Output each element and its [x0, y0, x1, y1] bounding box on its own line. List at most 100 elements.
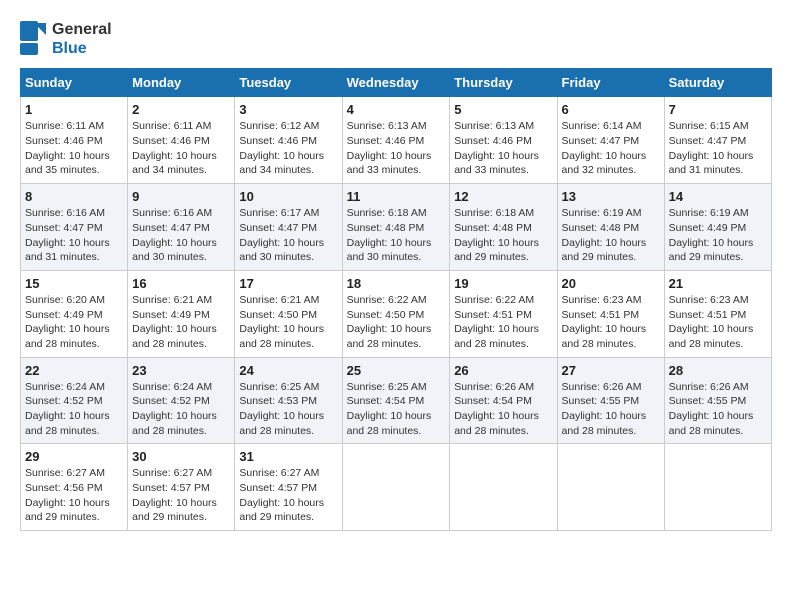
calendar-cell: 11 Sunrise: 6:18 AMSunset: 4:48 PMDayligh…	[342, 184, 450, 271]
day-number: 9	[132, 189, 230, 204]
day-info: Sunrise: 6:20 AMSunset: 4:49 PMDaylight:…	[25, 293, 123, 352]
calendar-cell: 16 Sunrise: 6:21 AMSunset: 4:49 PMDayligh…	[128, 270, 235, 357]
day-info: Sunrise: 6:13 AMSunset: 4:46 PMDaylight:…	[454, 119, 552, 178]
day-number: 5	[454, 102, 552, 117]
day-info: Sunrise: 6:21 AMSunset: 4:50 PMDaylight:…	[239, 293, 337, 352]
calendar-cell: 5 Sunrise: 6:13 AMSunset: 4:46 PMDaylight…	[450, 97, 557, 184]
weekday-header-sunday: Sunday	[21, 69, 128, 97]
calendar-cell: 21 Sunrise: 6:23 AMSunset: 4:51 PMDayligh…	[664, 270, 771, 357]
day-info: Sunrise: 6:13 AMSunset: 4:46 PMDaylight:…	[347, 119, 446, 178]
weekday-header-tuesday: Tuesday	[235, 69, 342, 97]
day-info: Sunrise: 6:16 AMSunset: 4:47 PMDaylight:…	[25, 206, 123, 265]
day-info: Sunrise: 6:26 AMSunset: 4:55 PMDaylight:…	[669, 380, 767, 439]
calendar-cell: 6 Sunrise: 6:14 AMSunset: 4:47 PMDaylight…	[557, 97, 664, 184]
day-number: 22	[25, 363, 123, 378]
calendar-cell: 3 Sunrise: 6:12 AMSunset: 4:46 PMDaylight…	[235, 97, 342, 184]
logo-general: General	[52, 20, 112, 39]
weekday-header-row: SundayMondayTuesdayWednesdayThursdayFrid…	[21, 69, 772, 97]
calendar-cell: 2 Sunrise: 6:11 AMSunset: 4:46 PMDaylight…	[128, 97, 235, 184]
day-info: Sunrise: 6:27 AMSunset: 4:57 PMDaylight:…	[132, 466, 230, 525]
day-number: 27	[562, 363, 660, 378]
calendar-body: 1 Sunrise: 6:11 AMSunset: 4:46 PMDaylight…	[21, 97, 772, 531]
day-number: 1	[25, 102, 123, 117]
day-number: 11	[347, 189, 446, 204]
day-info: Sunrise: 6:12 AMSunset: 4:46 PMDaylight:…	[239, 119, 337, 178]
day-number: 12	[454, 189, 552, 204]
day-info: Sunrise: 6:27 AMSunset: 4:56 PMDaylight:…	[25, 466, 123, 525]
day-info: Sunrise: 6:21 AMSunset: 4:49 PMDaylight:…	[132, 293, 230, 352]
day-info: Sunrise: 6:18 AMSunset: 4:48 PMDaylight:…	[454, 206, 552, 265]
day-info: Sunrise: 6:26 AMSunset: 4:54 PMDaylight:…	[454, 380, 552, 439]
calendar-cell: 15 Sunrise: 6:20 AMSunset: 4:49 PMDayligh…	[21, 270, 128, 357]
calendar-cell: 9 Sunrise: 6:16 AMSunset: 4:47 PMDaylight…	[128, 184, 235, 271]
day-number: 8	[25, 189, 123, 204]
calendar-week-5: 29 Sunrise: 6:27 AMSunset: 4:56 PMDayligh…	[21, 444, 772, 531]
calendar-cell: 23Sunrise: 6:24 AMSunset: 4:52 PMDayligh…	[128, 357, 235, 444]
day-info: Sunrise: 6:23 AMSunset: 4:51 PMDaylight:…	[669, 293, 767, 352]
day-number: 24	[239, 363, 337, 378]
calendar-cell: 17Sunrise: 6:21 AMSunset: 4:50 PMDayligh…	[235, 270, 342, 357]
day-number: 23	[132, 363, 230, 378]
calendar-cell: 30 Sunrise: 6:27 AMSunset: 4:57 PMDayligh…	[128, 444, 235, 531]
weekday-header-monday: Monday	[128, 69, 235, 97]
day-info: Sunrise: 6:11 AMSunset: 4:46 PMDaylight:…	[132, 119, 230, 178]
day-number: 2	[132, 102, 230, 117]
calendar-header: SundayMondayTuesdayWednesdayThursdayFrid…	[21, 69, 772, 97]
day-info: Sunrise: 6:27 AMSunset: 4:57 PMDaylight:…	[239, 466, 337, 525]
day-number: 15	[25, 276, 123, 291]
day-info: Sunrise: 6:18 AMSunset: 4:48 PMDaylight:…	[347, 206, 446, 265]
calendar-cell: 13Sunrise: 6:19 AMSunset: 4:48 PMDayligh…	[557, 184, 664, 271]
day-number: 6	[562, 102, 660, 117]
calendar-week-3: 15 Sunrise: 6:20 AMSunset: 4:49 PMDayligh…	[21, 270, 772, 357]
calendar-cell: 1 Sunrise: 6:11 AMSunset: 4:46 PMDaylight…	[21, 97, 128, 184]
logo-icon	[20, 21, 48, 57]
logo: General Blue	[20, 20, 112, 58]
day-info: Sunrise: 6:22 AMSunset: 4:50 PMDaylight:…	[347, 293, 446, 352]
calendar-cell: 4 Sunrise: 6:13 AMSunset: 4:46 PMDaylight…	[342, 97, 450, 184]
day-info: Sunrise: 6:17 AMSunset: 4:47 PMDaylight:…	[239, 206, 337, 265]
calendar-cell: 25 Sunrise: 6:25 AMSunset: 4:54 PMDayligh…	[342, 357, 450, 444]
day-info: Sunrise: 6:14 AMSunset: 4:47 PMDaylight:…	[562, 119, 660, 178]
day-number: 3	[239, 102, 337, 117]
day-number: 7	[669, 102, 767, 117]
day-number: 16	[132, 276, 230, 291]
day-number: 4	[347, 102, 446, 117]
calendar-cell: 24 Sunrise: 6:25 AMSunset: 4:53 PMDayligh…	[235, 357, 342, 444]
day-info: Sunrise: 6:22 AMSunset: 4:51 PMDaylight:…	[454, 293, 552, 352]
day-number: 21	[669, 276, 767, 291]
day-number: 26	[454, 363, 552, 378]
day-number: 30	[132, 449, 230, 464]
calendar-cell: 19 Sunrise: 6:22 AMSunset: 4:51 PMDayligh…	[450, 270, 557, 357]
calendar-cell: 7Sunrise: 6:15 AMSunset: 4:47 PMDaylight…	[664, 97, 771, 184]
weekday-header-thursday: Thursday	[450, 69, 557, 97]
day-info: Sunrise: 6:26 AMSunset: 4:55 PMDaylight:…	[562, 380, 660, 439]
calendar-cell: 28 Sunrise: 6:26 AMSunset: 4:55 PMDayligh…	[664, 357, 771, 444]
day-number: 29	[25, 449, 123, 464]
day-info: Sunrise: 6:11 AMSunset: 4:46 PMDaylight:…	[25, 119, 123, 178]
day-number: 18	[347, 276, 446, 291]
day-info: Sunrise: 6:16 AMSunset: 4:47 PMDaylight:…	[132, 206, 230, 265]
weekday-header-wednesday: Wednesday	[342, 69, 450, 97]
calendar-cell: 10 Sunrise: 6:17 AMSunset: 4:47 PMDayligh…	[235, 184, 342, 271]
day-number: 10	[239, 189, 337, 204]
day-info: Sunrise: 6:24 AMSunset: 4:52 PMDaylight:…	[25, 380, 123, 439]
day-number: 25	[347, 363, 446, 378]
calendar-cell: 31Sunrise: 6:27 AMSunset: 4:57 PMDayligh…	[235, 444, 342, 531]
day-number: 28	[669, 363, 767, 378]
calendar-cell: 27 Sunrise: 6:26 AMSunset: 4:55 PMDayligh…	[557, 357, 664, 444]
weekday-header-saturday: Saturday	[664, 69, 771, 97]
calendar-table: SundayMondayTuesdayWednesdayThursdayFrid…	[20, 68, 772, 531]
day-info: Sunrise: 6:25 AMSunset: 4:54 PMDaylight:…	[347, 380, 446, 439]
day-info: Sunrise: 6:23 AMSunset: 4:51 PMDaylight:…	[562, 293, 660, 352]
calendar-week-4: 22 Sunrise: 6:24 AMSunset: 4:52 PMDayligh…	[21, 357, 772, 444]
day-info: Sunrise: 6:19 AMSunset: 4:48 PMDaylight:…	[562, 206, 660, 265]
calendar-week-1: 1 Sunrise: 6:11 AMSunset: 4:46 PMDaylight…	[21, 97, 772, 184]
calendar-cell: 26 Sunrise: 6:26 AMSunset: 4:54 PMDayligh…	[450, 357, 557, 444]
day-number: 19	[454, 276, 552, 291]
day-info: Sunrise: 6:25 AMSunset: 4:53 PMDaylight:…	[239, 380, 337, 439]
weekday-header-friday: Friday	[557, 69, 664, 97]
calendar-cell: 29 Sunrise: 6:27 AMSunset: 4:56 PMDayligh…	[21, 444, 128, 531]
calendar-cell: 8 Sunrise: 6:16 AMSunset: 4:47 PMDaylight…	[21, 184, 128, 271]
logo-blue: Blue	[52, 39, 112, 58]
calendar-cell	[557, 444, 664, 531]
